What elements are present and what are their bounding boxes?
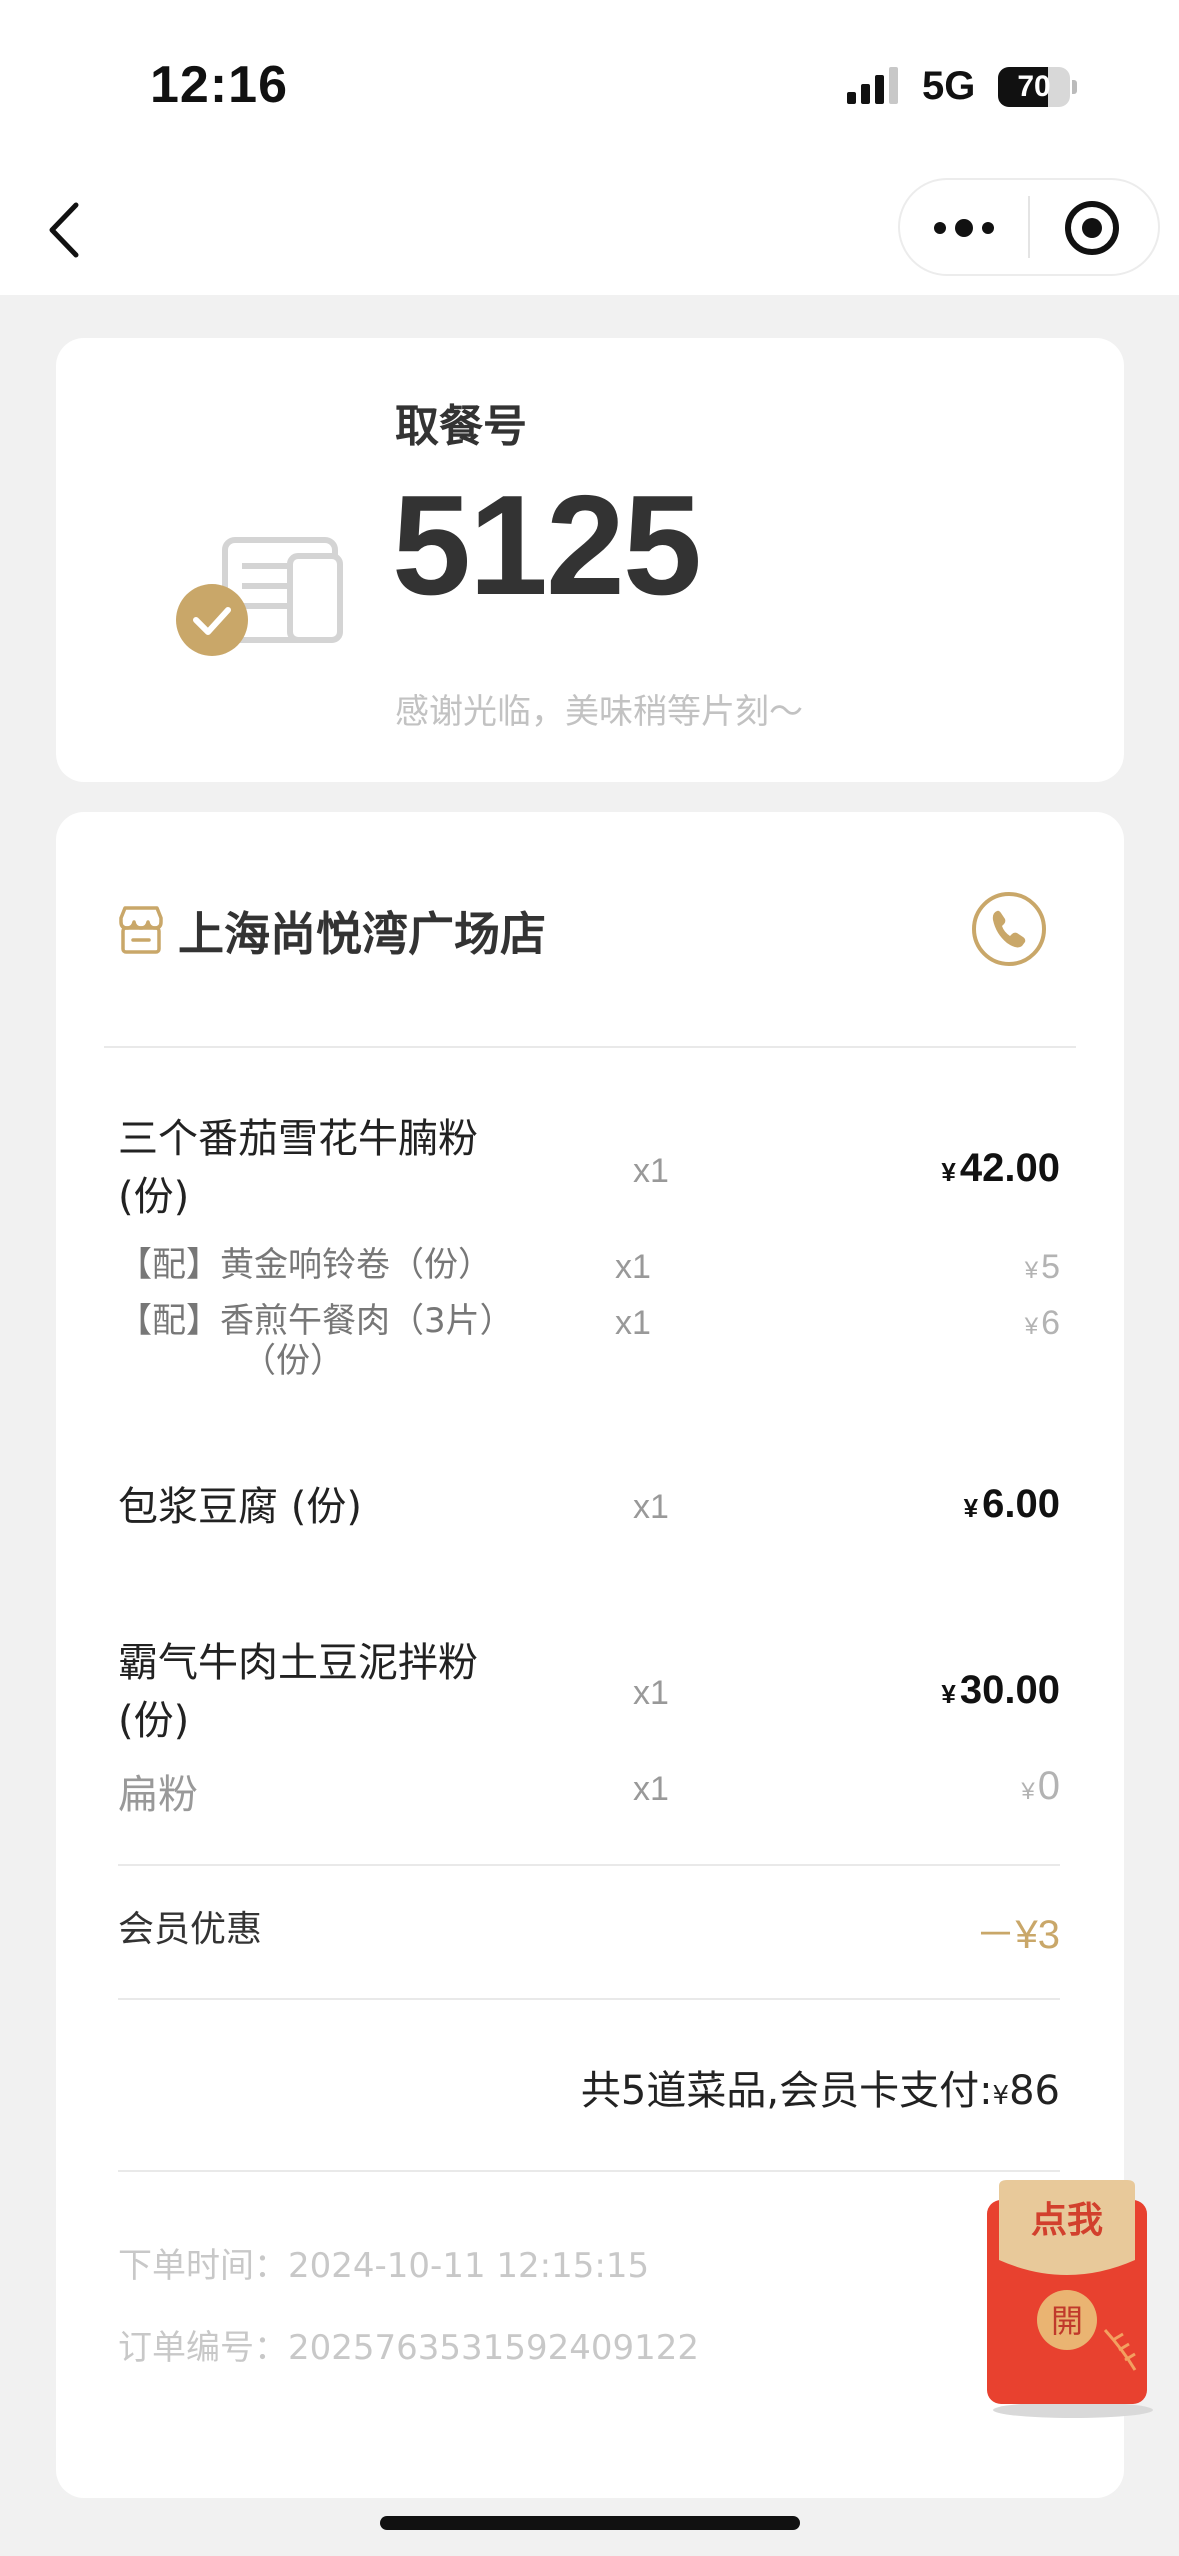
capsule-divider [1028, 196, 1030, 258]
discount-label: 会员优惠 [118, 1909, 263, 1950]
battery-icon: 70 [998, 67, 1077, 107]
pickup-label: 取餐号 [395, 401, 527, 452]
discount-value: －¥3 [975, 1913, 1061, 1957]
battery-percent: 70 [1017, 70, 1051, 103]
more-dots-icon[interactable] [928, 206, 1000, 250]
item-price: ¥30.00 [941, 1668, 1060, 1712]
currency-symbol: ¥ [941, 1157, 956, 1187]
sub-item-qty: x1 [633, 1770, 669, 1808]
status-time: 12:16 [150, 56, 288, 114]
total-summary: 共5道菜品,会员卡支付:¥86 [580, 2068, 1060, 2114]
order-number: 订单编号：2025763531592409122 [118, 2328, 700, 2368]
sub-item-price: ¥6 [1024, 1304, 1060, 1342]
network-label: 5G [922, 64, 976, 108]
items-divider [118, 1864, 1060, 1866]
pickup-number: 5125 [392, 466, 702, 625]
sub-item-price: ¥0 [1021, 1764, 1060, 1808]
order-time: 下单时间：2024-10-11 12:15:15 [118, 2246, 650, 2286]
thanks-message: 感谢光临，美味稍等片刻～ [395, 692, 803, 732]
sub-item-qty: x1 [615, 1304, 651, 1342]
envelope-seal: 開 [1051, 2302, 1083, 2340]
item-name: 霸气牛肉土豆泥拌粉 (份) [118, 1640, 478, 1744]
item-qty: x1 [633, 1488, 669, 1526]
item-name: 三个番茄雪花牛腩粉 (份) [118, 1116, 478, 1220]
envelope-text: 点我 [1031, 2200, 1103, 2241]
signal-icon [847, 67, 898, 104]
sub-item-name: 扁粉 [118, 1772, 198, 1818]
store-name: 上海尚悦湾广场店 [178, 907, 546, 961]
sub-item-qty: x1 [615, 1248, 651, 1286]
sub-item-price: ¥5 [1024, 1248, 1060, 1286]
receipt-check-icon [176, 537, 343, 656]
chevron-left-icon[interactable] [40, 195, 90, 265]
phone-icon[interactable] [970, 890, 1048, 968]
total-divider [118, 2170, 1060, 2172]
sub-item-name: 【配】黄金响铃卷（份） [118, 1245, 492, 1285]
item-name: 包浆豆腐 (份) [118, 1484, 362, 1530]
store-icon [119, 906, 163, 954]
item-price: ¥6.00 [963, 1482, 1060, 1526]
item-qty: x1 [633, 1152, 669, 1190]
target-circle-icon[interactable] [1060, 196, 1124, 260]
item-qty: x1 [633, 1674, 669, 1712]
store-divider [104, 1046, 1076, 1048]
red-envelope-button[interactable]: 点我 開 [985, 2180, 1155, 2420]
discount-divider [118, 1998, 1060, 2000]
item-price: ¥42.00 [941, 1146, 1060, 1190]
home-indicator [380, 2516, 800, 2530]
sub-item-name: 【配】香煎午餐肉（3片） （份） [118, 1301, 514, 1381]
